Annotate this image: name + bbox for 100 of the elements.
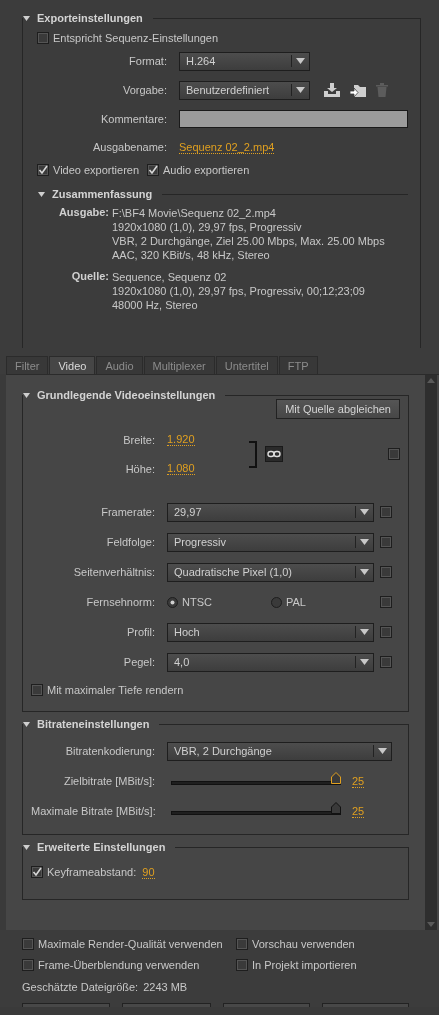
bracket-icon <box>249 440 257 468</box>
checkbox[interactable] <box>388 448 400 460</box>
field-label: Vorgabe: <box>121 84 168 96</box>
checkbox[interactable] <box>31 684 43 696</box>
field-label: Breite: <box>122 433 156 446</box>
checkbox[interactable] <box>380 566 392 578</box>
field-label: Feldfolge: <box>105 536 156 548</box>
dropdown[interactable]: Benutzerdefiniert <box>179 80 310 100</box>
file-size-value: 2243 MB <box>143 981 188 993</box>
collapse-triangle-icon[interactable] <box>37 189 46 199</box>
checkbox-label: Audio exportieren <box>163 164 250 176</box>
checkbox[interactable] <box>380 626 392 638</box>
tab[interactable]: Audio <box>96 356 143 374</box>
dropdown[interactable]: 29,97 <box>167 502 374 522</box>
dropdown[interactable]: VBR, 2 Durchgänge <box>167 741 392 761</box>
field-label: Profil: <box>125 626 156 638</box>
match-source-button[interactable]: Mit Quelle abgleichen <box>276 399 400 419</box>
caret-icon <box>360 569 369 575</box>
collapse-triangle-icon[interactable] <box>22 390 31 400</box>
radio-button[interactable] <box>167 596 178 608</box>
checkbox-label: Entspricht Sequenz-Einstellungen <box>53 32 219 44</box>
tab[interactable]: FTP <box>278 356 318 374</box>
caret-icon <box>360 629 369 635</box>
summary-line: 1920x1080 (1,0), 29,97 fps, Progressiv, 00;12;23;09 <box>112 284 365 298</box>
field-label: Kommentare: <box>99 113 168 125</box>
checkbox[interactable] <box>236 938 248 950</box>
dropdown[interactable]: Progressiv <box>167 532 374 552</box>
section-title: Exporteinstellungen <box>37 12 143 24</box>
checkbox-label: In Projekt importieren <box>252 959 357 971</box>
section-title: Bitrateneinstellungen <box>37 718 150 730</box>
file-size-label: Geschätzte Dateigröße: <box>22 981 139 993</box>
checkbox-label: Vorschau verwenden <box>252 938 355 950</box>
checkbox[interactable] <box>31 866 43 878</box>
checkbox[interactable] <box>380 596 392 608</box>
slider-track[interactable] <box>168 771 344 785</box>
summary-line: Sequence, Sequenz 02 <box>112 270 228 284</box>
checkbox-label: Frame-Überblendung verwenden <box>38 959 200 971</box>
radio-label: NTSC <box>182 596 212 608</box>
field-label: Zielbitrate [MBit/s]: <box>62 775 156 787</box>
radio-button[interactable] <box>271 596 282 608</box>
slider-track[interactable] <box>168 801 344 815</box>
checkbox[interactable] <box>37 164 49 176</box>
import-folder-icon[interactable] <box>350 83 366 97</box>
slider-thumb[interactable] <box>330 802 341 814</box>
tab[interactable]: Untertitel <box>215 356 278 374</box>
output-name-link[interactable]: Sequenz 02_2.mp4 <box>179 140 275 154</box>
summary-line: 48000 Hz, Stereo <box>112 298 199 312</box>
checkbox[interactable] <box>380 536 392 548</box>
radio-label: PAL <box>286 596 306 608</box>
value-link[interactable]: 90 <box>142 865 155 879</box>
summary-label: Quelle: <box>70 270 110 284</box>
checkbox-label: Mit maximaler Tiefe rendern <box>47 684 184 696</box>
checkbox[interactable] <box>37 32 49 44</box>
collapse-triangle-icon[interactable] <box>22 719 31 729</box>
dropdown[interactable]: Quadratische Pixel (1,0) <box>167 562 374 582</box>
field-label: Format: <box>128 55 168 67</box>
comment-field[interactable] <box>179 110 408 128</box>
summary-line: F:\BF4 Movie\Sequenz 02_2.mp4 <box>112 206 277 220</box>
checkbox-label: Video exportieren <box>53 164 140 176</box>
scroll-up-icon[interactable] <box>427 378 435 383</box>
field-label: Seitenverhältnis: <box>72 566 156 578</box>
trash-icon[interactable] <box>376 83 388 97</box>
field-label: Maximale Bitrate [MBit/s]: <box>31 805 157 817</box>
checkbox-label: Maximale Render-Qualität verwenden <box>38 938 223 950</box>
checkbox[interactable] <box>380 506 392 518</box>
caret-icon <box>360 539 369 545</box>
summary-label: Ausgabe: <box>57 206 110 220</box>
summary-line: VBR, 2 Durchgänge, Ziel 25.00 Mbps, Max. 25.00 Mbps <box>112 234 385 248</box>
value-link[interactable]: 1.080 <box>167 462 195 475</box>
value-link[interactable]: 25 <box>352 774 365 788</box>
tab[interactable]: Filter <box>6 356 49 374</box>
save-preset-icon[interactable] <box>324 83 340 97</box>
slider-thumb[interactable] <box>330 772 341 784</box>
section-title: Erweiterte Einstellungen <box>37 841 166 853</box>
caret-icon <box>296 87 305 93</box>
checkbox[interactable] <box>147 164 160 176</box>
scroll-down-icon[interactable] <box>427 922 435 927</box>
value-link[interactable]: 25 <box>352 804 365 818</box>
dropdown[interactable]: H.264 <box>179 51 310 71</box>
checkbox[interactable] <box>236 959 248 971</box>
section-title: Zusammenfassung <box>52 188 153 200</box>
field-label: Fernsehnorm: <box>85 596 156 608</box>
field-label: Framerate: <box>100 506 156 518</box>
dropdown[interactable]: 4,0 <box>167 652 374 672</box>
field-label: Pegel: <box>122 656 156 668</box>
field-label: Bitratenkodierung: <box>64 745 156 757</box>
link-icon[interactable] <box>265 446 283 462</box>
scrollbar[interactable] <box>425 375 437 930</box>
field-label: Höhe: <box>124 462 156 475</box>
checkbox[interactable] <box>22 959 34 971</box>
caret-icon <box>296 58 305 64</box>
collapse-triangle-icon[interactable] <box>22 842 31 852</box>
tab[interactable]: Multiplexer <box>143 356 215 374</box>
tab[interactable]: Video <box>49 356 96 374</box>
section-title: Grundlegende Videoeinstellungen <box>37 389 216 401</box>
collapse-triangle-icon[interactable] <box>22 13 31 23</box>
checkbox[interactable] <box>22 938 34 950</box>
checkbox[interactable] <box>380 656 392 668</box>
value-link[interactable]: 1.920 <box>167 433 195 446</box>
dropdown[interactable]: Hoch <box>167 622 374 642</box>
